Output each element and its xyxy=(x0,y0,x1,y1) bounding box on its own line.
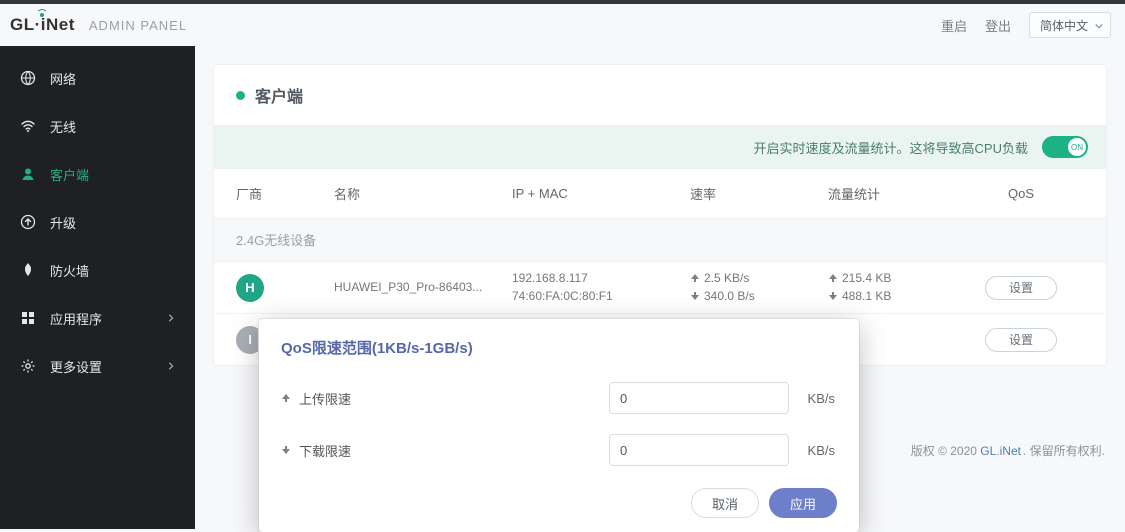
modal-row-download: 下载限速 KB/s xyxy=(259,424,859,476)
upgrade-icon xyxy=(20,214,36,230)
arrow-up-icon xyxy=(281,393,291,403)
qos-modal: QoS限速范围(1KB/s-1GB/s) 上传限速 KB/s 下载限速 KB/s… xyxy=(259,319,859,532)
upload-input[interactable] xyxy=(609,382,789,414)
qos-button[interactable]: 设置 xyxy=(985,276,1057,300)
logout-link[interactable]: 登出 xyxy=(985,16,1011,35)
client-name: HUAWEI_P30_Pro-86403... xyxy=(334,279,504,296)
sidebar-item-label: 客户端 xyxy=(50,165,89,184)
sidebar-item-upgrade[interactable]: 升级 xyxy=(0,198,195,246)
footer-prefix: 版权 © 2020 xyxy=(911,444,981,458)
brand-logo: GL·iNet xyxy=(10,15,75,35)
rate-up: 2.5 KB/s xyxy=(704,271,749,285)
topbar-right: 重启 登出 简体中文 xyxy=(941,12,1111,38)
topbar: GL·iNet ADMIN PANEL 重启 登出 简体中文 xyxy=(0,0,1125,46)
footer-suffix: . 保留所有权利. xyxy=(1023,444,1105,458)
chevron-right-icon xyxy=(167,362,175,370)
download-input[interactable] xyxy=(609,434,789,466)
reboot-link[interactable]: 重启 xyxy=(941,16,967,35)
arrow-up-icon xyxy=(690,273,700,283)
grid-icon xyxy=(20,310,36,326)
cancel-button[interactable]: 取消 xyxy=(691,488,759,518)
firewall-icon xyxy=(20,262,36,278)
client-ip: 192.168.8.117 xyxy=(512,270,682,287)
language-select[interactable]: 简体中文 xyxy=(1029,12,1111,38)
sidebar-item-firewall[interactable]: 防火墙 xyxy=(0,246,195,294)
group-24g-label: 2.4G无线设备 xyxy=(236,230,316,249)
apply-button[interactable]: 应用 xyxy=(769,488,837,518)
card-header: 客户端 xyxy=(214,65,1106,125)
client-rate: 2.5 KB/s 340.0 B/s xyxy=(690,270,820,305)
modal-title: QoS限速范围(1KB/s-1GB/s) xyxy=(259,319,859,372)
sidebar-item-wireless[interactable]: 无线 xyxy=(0,102,195,150)
traffic-up: 215.4 KB xyxy=(842,271,891,285)
page-title: 客户端 xyxy=(255,83,303,107)
table-head: 厂商 名称 IP + MAC 速率 流量统计 QoS 禁用 xyxy=(214,169,1106,217)
sidebar-item-label: 防火墙 xyxy=(50,261,89,280)
footer-link[interactable]: GL.iNet xyxy=(980,444,1021,458)
sidebar-item-label: 应用程序 xyxy=(50,309,102,328)
traffic-down: 488.1 KB xyxy=(842,289,891,303)
download-unit: KB/s xyxy=(808,443,835,458)
arrow-down-icon xyxy=(281,445,291,455)
footer: 版权 © 2020 GL.iNet. 保留所有权利. xyxy=(911,442,1107,459)
modal-actions: 取消 应用 xyxy=(259,476,859,518)
arrow-down-icon xyxy=(690,291,700,301)
sidebar-item-label: 更多设置 xyxy=(50,357,102,376)
sidebar-item-label: 网络 xyxy=(50,69,76,88)
globe-icon xyxy=(20,70,36,86)
traffic-toggle-strip: 开启实时速度及流量统计。这将导致高CPU负载 ON xyxy=(214,125,1106,169)
sidebar-item-clients[interactable]: 客户端 xyxy=(0,150,195,198)
language-label: 简体中文 xyxy=(1040,17,1088,34)
brand: GL·iNet ADMIN PANEL xyxy=(10,15,187,35)
vendor-badge: H xyxy=(236,274,264,302)
col-vendor: 厂商 xyxy=(236,184,326,203)
wifi-dot-icon xyxy=(40,13,44,17)
col-ip-mac: IP + MAC xyxy=(512,186,682,201)
group-24g: 2.4G无线设备 xyxy=(214,217,1106,261)
wifi-icon xyxy=(20,118,36,134)
sidebar-item-apps[interactable]: 应用程序 xyxy=(0,294,195,342)
col-traffic: 流量统计 xyxy=(828,184,958,203)
upload-unit: KB/s xyxy=(808,391,835,406)
sidebar-item-label: 无线 xyxy=(50,117,76,136)
arrow-up-icon xyxy=(828,273,838,283)
client-mac: 74:60:FA:0C:80:F1 xyxy=(512,288,682,305)
col-rate: 速率 xyxy=(690,184,820,203)
brand-subtitle: ADMIN PANEL xyxy=(89,18,187,33)
traffic-toggle[interactable]: ON xyxy=(1042,136,1088,158)
sidebar-item-label: 升级 xyxy=(50,213,76,232)
chevron-down-icon xyxy=(1095,22,1103,30)
upload-label: 上传限速 xyxy=(299,389,351,408)
modal-row-upload: 上传限速 KB/s xyxy=(259,372,859,424)
arrow-down-icon xyxy=(828,291,838,301)
col-name: 名称 xyxy=(334,184,504,203)
qos-button[interactable]: 设置 xyxy=(985,328,1057,352)
client-ipmac: 192.168.8.117 74:60:FA:0C:80:F1 xyxy=(512,270,682,305)
status-dot-icon xyxy=(236,91,245,100)
user-icon xyxy=(20,166,36,182)
toggle-knob: ON xyxy=(1068,138,1086,156)
gear-icon xyxy=(20,358,36,374)
sidebar-item-network[interactable]: 网络 xyxy=(0,54,195,102)
sidebar: 网络 无线 客户端 升级 防火墙 应用程序 更多设置 xyxy=(0,46,195,529)
rate-down: 340.0 B/s xyxy=(704,289,755,303)
client-traffic: 215.4 KB 488.1 KB xyxy=(828,270,958,305)
col-qos: QoS xyxy=(966,186,1076,201)
table-row: H HUAWEI_P30_Pro-86403... 192.168.8.117 … xyxy=(214,261,1106,313)
chevron-right-icon xyxy=(167,314,175,322)
col-ban: 禁用 xyxy=(1084,184,1107,203)
sidebar-item-more[interactable]: 更多设置 xyxy=(0,342,195,390)
traffic-hint: 开启实时速度及流量统计。这将导致高CPU负载 xyxy=(754,138,1028,157)
download-label: 下载限速 xyxy=(299,441,351,460)
